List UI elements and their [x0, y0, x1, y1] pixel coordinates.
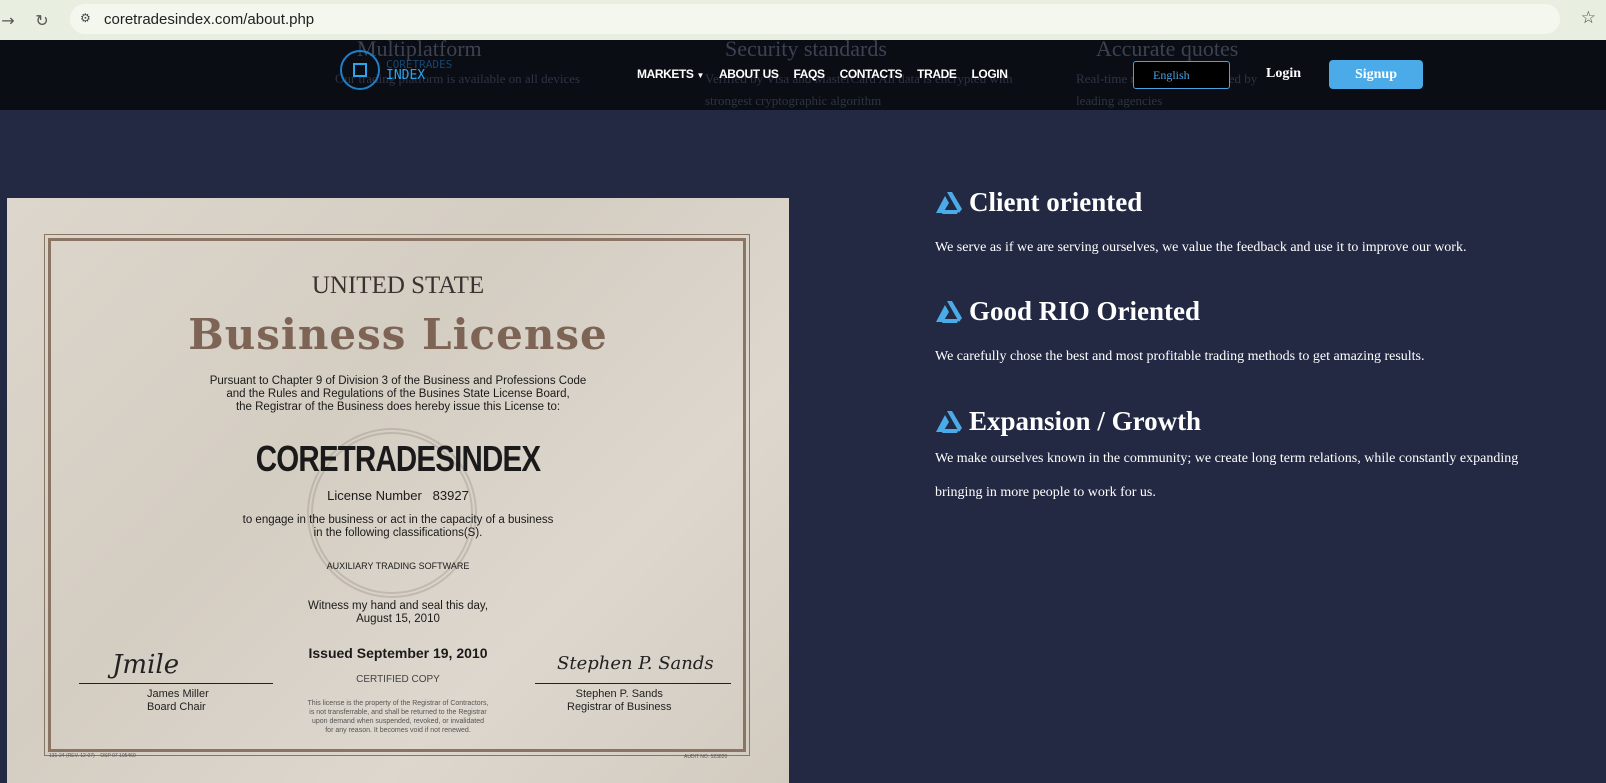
feature-title: Client oriented — [969, 187, 1143, 217]
business-license-image: UNITED STATE Business License Pursuant t… — [7, 198, 789, 783]
feature-text: We carefully chose the best and most pro… — [935, 349, 1425, 364]
engage-line: in the following classifications(S). — [313, 527, 483, 539]
form-number: 131-24 (REV. 12-07) — [49, 753, 95, 759]
notice-line: is not transferrable, and shall be retur… — [309, 709, 487, 716]
nav-trade[interactable]: TRADE — [917, 67, 957, 81]
cert-title: Business License — [188, 310, 608, 359]
triangle-logo-icon — [936, 410, 962, 433]
witness-line: August 15, 2010 — [356, 613, 440, 625]
license-label: License Number — [327, 488, 422, 503]
intro-line: and the Rules and Regulations of the Bus… — [226, 388, 570, 400]
intro-line: the Registrar of the Business does hereb… — [235, 401, 561, 413]
feature-expansion: Expansion / Growth We make ourselves kno… — [935, 406, 1518, 507]
cert-intro: Pursuant to Chapter 9 of Division 3 of t… — [7, 375, 789, 414]
signature-right: Stephen P. Sands — [557, 653, 714, 674]
caret-down-icon: ▼ — [696, 71, 705, 80]
nav-about-us[interactable]: ABOUT US — [719, 67, 779, 81]
nav-login[interactable]: LOGIN — [971, 67, 1007, 81]
logo-line1: CORETRADES — [386, 58, 453, 71]
cert-license: License Number 83927 — [7, 488, 789, 503]
signature-line — [535, 683, 731, 684]
chip-logo-icon — [340, 50, 380, 90]
engage-line: to engage in the business or act in the … — [242, 514, 554, 526]
cert-notice: This license is the property of the Regi… — [7, 699, 789, 735]
reload-icon[interactable]: ↻ — [30, 8, 54, 32]
notice-line: This license is the property of the Regi… — [307, 700, 489, 707]
bookmark-star-icon[interactable]: ☆ — [1581, 8, 1596, 28]
notice-line: upon demand when suspended, revoked, or … — [311, 718, 484, 725]
address-bar[interactable]: ⚙ coretradesindex.com/about.php — [70, 4, 1560, 34]
cert-engage: to engage in the business or act in the … — [7, 514, 789, 540]
logo-line2: INDEX — [386, 68, 426, 83]
license-number: 83927 — [432, 488, 469, 503]
login-button[interactable]: Login — [1266, 66, 1301, 82]
feature-title: Good RIO Oriented — [969, 296, 1201, 326]
osp-number: OSP 07 105460 — [100, 753, 136, 759]
witness-line: Witness my hand and seal this day, — [307, 600, 489, 612]
feature-title: Expansion / Growth — [969, 406, 1202, 436]
browser-toolbar: → ↻ ⚙ coretradesindex.com/about.php ☆ — [0, 0, 1606, 40]
feature-client-oriented: Client oriented We serve as if we are se… — [935, 187, 1466, 262]
cert-footer-left: 131-24 (REV. 12-07) OSP 07 105460 — [49, 753, 136, 759]
cert-classification: AUXILIARY TRADING SOFTWARE — [326, 561, 470, 571]
feature-text: We make ourselves known in the community… — [935, 451, 1519, 466]
cert-company: CORETRADESINDEX — [255, 438, 541, 479]
feature-text: We serve as if we are serving ourselves,… — [935, 240, 1467, 255]
logo[interactable]: CORETRADES INDEX — [340, 50, 452, 90]
feature-good-rio: Good RIO Oriented We carefully chose the… — [935, 296, 1425, 371]
triangle-logo-icon — [936, 191, 962, 214]
feature-text: bringing in more people to work for us. — [935, 485, 1156, 500]
site-settings-icon[interactable]: ⚙ — [80, 11, 91, 25]
signup-button[interactable]: Signup — [1329, 60, 1423, 89]
cert-witness: Witness my hand and seal this day, August… — [7, 600, 789, 626]
signature-left: Jmile — [112, 650, 180, 680]
triangle-logo-icon — [936, 300, 962, 323]
cert-header: UNITED STATE — [311, 272, 485, 299]
forward-icon[interactable]: → — [0, 8, 20, 32]
main-menu: MARKETS ▼ ABOUT US FAQS CONTACTS TRADE L… — [637, 67, 1008, 81]
ghost-title: Accurate quotes — [1096, 36, 1239, 61]
notice-line: for any reason. It becomes void if not r… — [325, 727, 471, 734]
nav-label: MARKETS — [637, 67, 694, 81]
ghost-title: Security standards — [725, 36, 887, 61]
language-select[interactable]: English — [1133, 61, 1230, 89]
audit-number: AUDIT NO. 523820 — [684, 754, 728, 760]
nav-faqs[interactable]: FAQS — [793, 67, 824, 81]
url-text: coretradesindex.com/about.php — [104, 10, 315, 28]
signature-line — [79, 683, 273, 684]
intro-line: Pursuant to Chapter 9 of Division 3 of t… — [209, 375, 587, 387]
nav-markets[interactable]: MARKETS ▼ — [637, 67, 704, 81]
nav-contacts[interactable]: CONTACTS — [840, 67, 903, 81]
